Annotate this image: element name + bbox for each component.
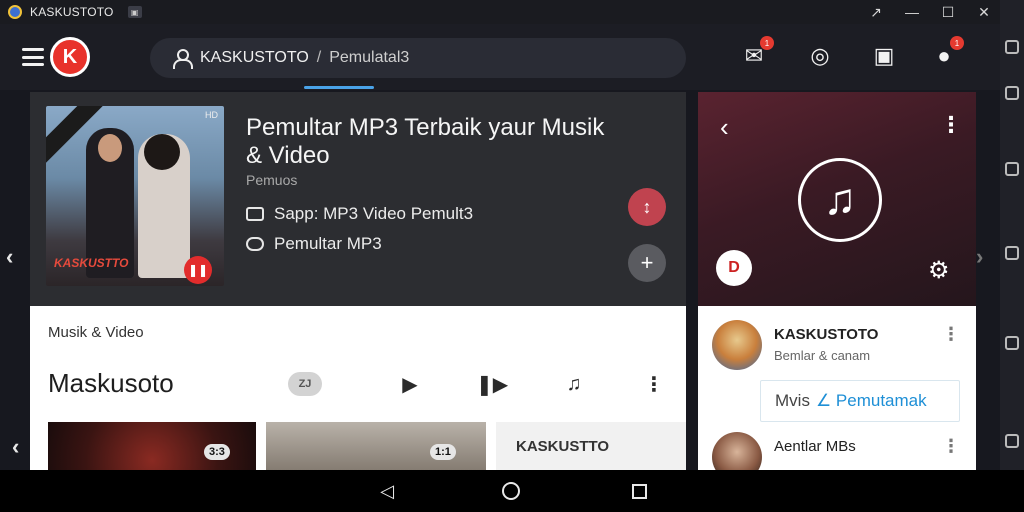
content-section: Musik & Video Maskusoto ZJ ▶ ❚▶ ♫ ⋮ 3:3 … [30, 306, 686, 470]
thumbnail-title: KASKUSTTO [516, 438, 610, 455]
art-corner-label: HD [205, 110, 218, 120]
message-field[interactable]: Mvis ∠ Pemutamak [760, 380, 960, 422]
chat-icon[interactable]: ✉ 1 [740, 36, 774, 70]
user-icon [172, 49, 193, 69]
sort-button[interactable]: ↕ [628, 188, 666, 226]
menu-icon[interactable] [22, 48, 44, 66]
more-icon[interactable]: ⋮ [640, 372, 668, 396]
window-titlebar: KASKUSTOTO ▣ ↗ — ☐ ✕ [0, 0, 1000, 24]
toolbar-icon-3[interactable] [1005, 162, 1019, 176]
toolbar-icon-6[interactable] [1005, 434, 1019, 448]
more-options-button[interactable]: ⋮ [940, 112, 962, 138]
breadcrumb-separator: / [316, 49, 322, 66]
nav-home-button[interactable] [500, 480, 522, 502]
player-panel: ‹ ⋮ ♫ D ⚙ [698, 92, 976, 306]
video-thumbnail[interactable]: 1:1 [266, 422, 486, 470]
filter-chip[interactable]: ZJ [288, 372, 322, 396]
art-label: KASKUSTTO [54, 256, 129, 270]
toolbar-icon-5[interactable] [1005, 336, 1019, 350]
side-toolbar [1000, 0, 1024, 470]
bag-icon[interactable]: ▣ [870, 42, 898, 70]
active-tab-indicator [304, 86, 374, 89]
close-button[interactable]: ✕ [976, 4, 992, 21]
playlist-icon[interactable]: ♫ [560, 372, 588, 396]
scroll-left-icon[interactable]: ‹ [6, 244, 13, 270]
play-icon[interactable]: ▶ [396, 372, 424, 396]
window-controls: ↗ — ☐ ✕ [868, 0, 992, 24]
brand-logo[interactable]: K [50, 37, 90, 77]
profile-badge: 1 [950, 36, 964, 50]
duration-badge: 3:3 [204, 444, 230, 460]
kebab-icon[interactable]: ⋮ [942, 436, 960, 457]
app-window: KASKUSTOTO ▣ ↗ — ☐ ✕ K KASKUSTOTO / Pemu… [0, 0, 1024, 512]
breadcrumb-current: Pemulatal3 [329, 49, 410, 66]
scroll-right-icon[interactable]: › [976, 244, 983, 270]
pause-icon[interactable]: ❚❚ [184, 256, 212, 284]
kebab-icon[interactable]: ⋮ [942, 324, 960, 345]
music-note-icon[interactable]: ♫ [798, 158, 882, 242]
album-art[interactable]: HD KASKUSTTO ❚❚ [46, 106, 224, 286]
contacts-panel: KASKUSTOTO Bemlar & canam ⋮ Mvis ∠ Pemut… [698, 306, 976, 482]
chat-badge: 1 [760, 36, 774, 50]
featured-card: HD KASKUSTTO ❚❚ Pemultar MP3 Terbaik yau… [30, 92, 686, 306]
app-header: K KASKUSTOTO / Pemulatal3 [0, 24, 1000, 90]
avatar [712, 320, 762, 370]
section-label: Musik & Video [48, 324, 144, 341]
nav-recents-button[interactable] [628, 480, 650, 502]
feature-row-app[interactable]: Sapp: MP3 Video Pemult3 [246, 204, 473, 224]
duration-badge: 1:1 [430, 444, 456, 460]
window-title: KASKUSTOTO [30, 5, 114, 19]
picture-icon[interactable]: ▣ [127, 6, 142, 18]
video-thumbnail[interactable]: KASKUSTTO [496, 422, 686, 470]
next-icon[interactable]: ❚▶ [476, 372, 508, 396]
toolbar-icon-2[interactable] [1005, 86, 1019, 100]
breadcrumb-bar[interactable]: KASKUSTOTO / Pemulatal3 [150, 38, 686, 78]
contact-name: KASKUSTOTO [774, 326, 879, 343]
featured-title: Pemultar MP3 Terbaik yaur Musik & Video [246, 114, 605, 169]
feature-row-player[interactable]: Pemultar MP3 [246, 234, 382, 254]
maximize-button[interactable]: ☐ [940, 4, 956, 21]
breadcrumb-root[interactable]: KASKUSTOTO [200, 49, 309, 67]
toolbar-icon-1[interactable] [1005, 40, 1019, 54]
player-icon [246, 237, 264, 251]
app-shortcut-icon[interactable]: D [716, 250, 752, 286]
video-thumbnail[interactable]: 3:3 [48, 422, 256, 470]
app-icon [246, 207, 264, 221]
featured-subtitle: Pemuos [246, 172, 298, 188]
minimize-button[interactable]: — [904, 4, 920, 20]
profile-icon[interactable]: ● 1 [930, 36, 964, 70]
app-icon [8, 5, 22, 19]
back-button[interactable]: ‹ [720, 112, 729, 143]
system-nav-bar: ◁ [0, 470, 1024, 512]
contact-status: Bemlar & canam [774, 348, 871, 363]
contact-name: Aentlar MBs [774, 438, 856, 455]
toolbar-icon-4[interactable] [1005, 246, 1019, 260]
settings-icon[interactable]: ⚙ [928, 256, 950, 285]
nav-back-button[interactable]: ◁ [376, 480, 398, 502]
list-item[interactable]: KASKUSTOTO Bemlar & canam ⋮ [712, 320, 962, 374]
prev-row-icon[interactable]: ‹ [12, 434, 19, 460]
section-heading: Maskusoto [48, 368, 174, 398]
add-button[interactable]: + [628, 244, 666, 282]
pin-icon[interactable]: ↗ [868, 4, 884, 21]
headset-icon[interactable]: ◎ [806, 42, 834, 70]
